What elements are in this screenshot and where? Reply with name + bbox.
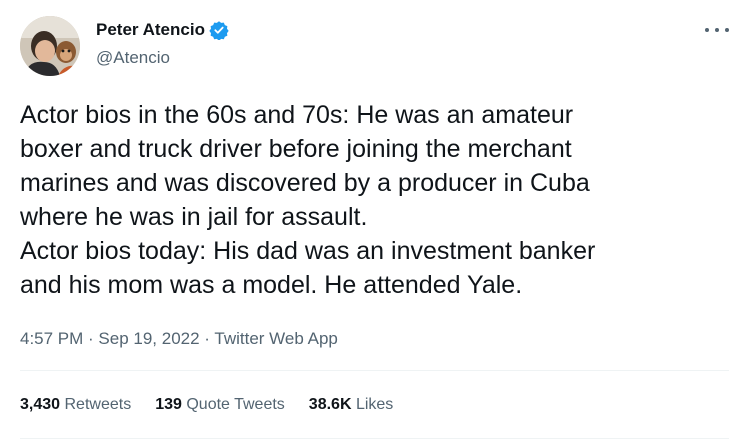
meta-separator: · — [199, 329, 215, 348]
divider — [20, 370, 729, 371]
more-dot — [705, 28, 709, 32]
more-dot — [725, 28, 729, 32]
tweet-stats: 3,430 Retweets 139 Quote Tweets 38.6K Li… — [20, 396, 393, 414]
stat-count: 38.6K — [308, 396, 352, 413]
tweet-text-line: boxer and truck driver before joining th… — [20, 135, 572, 163]
quote-tweets-stat[interactable]: 139 Quote Tweets — [155, 396, 285, 414]
tweet-text-line: where he was in jail for assault. — [20, 203, 368, 231]
stat-label: Likes — [355, 396, 394, 413]
tweet-time[interactable]: 4:57 PM — [20, 329, 83, 348]
author-name-row[interactable]: Peter Atencio — [96, 20, 229, 41]
more-options-icon[interactable] — [705, 22, 729, 38]
tweet-text-line: Actor bios in the 60s and 70s: He was an… — [20, 101, 574, 129]
divider — [20, 438, 729, 439]
tweet-text-line: Actor bios today: His dad was an investm… — [20, 237, 596, 265]
stat-count: 139 — [155, 396, 182, 413]
more-dot — [715, 28, 719, 32]
tweet-text-line: and his mom was a model. He attended Yal… — [20, 271, 523, 299]
tweet-source[interactable]: Twitter Web App — [214, 329, 337, 348]
avatar-photo-icon — [20, 16, 80, 76]
tweet-date[interactable]: Sep 19, 2022 — [98, 329, 199, 348]
meta-separator: · — [83, 329, 99, 348]
tweet-text: Actor bios in the 60s and 70s: He was an… — [20, 98, 720, 302]
retweets-stat[interactable]: 3,430 Retweets — [20, 396, 131, 414]
verified-badge-icon — [209, 20, 229, 41]
tweet-text-line: marines and was discovered by a producer… — [20, 169, 590, 197]
avatar[interactable] — [20, 16, 80, 76]
tweet-metadata: 4:57 PM · Sep 19, 2022 · Twitter Web App — [20, 329, 338, 349]
stat-label: Retweets — [64, 396, 132, 413]
author-handle[interactable]: @Atencio — [96, 48, 170, 68]
tweet-card: Peter Atencio @Atencio Actor bios in the… — [0, 0, 745, 442]
likes-stat[interactable]: 38.6K Likes — [309, 396, 394, 414]
stat-count: 3,430 — [20, 396, 61, 413]
author-display-name[interactable]: Peter Atencio — [96, 20, 205, 40]
stat-label: Quote Tweets — [186, 396, 285, 413]
